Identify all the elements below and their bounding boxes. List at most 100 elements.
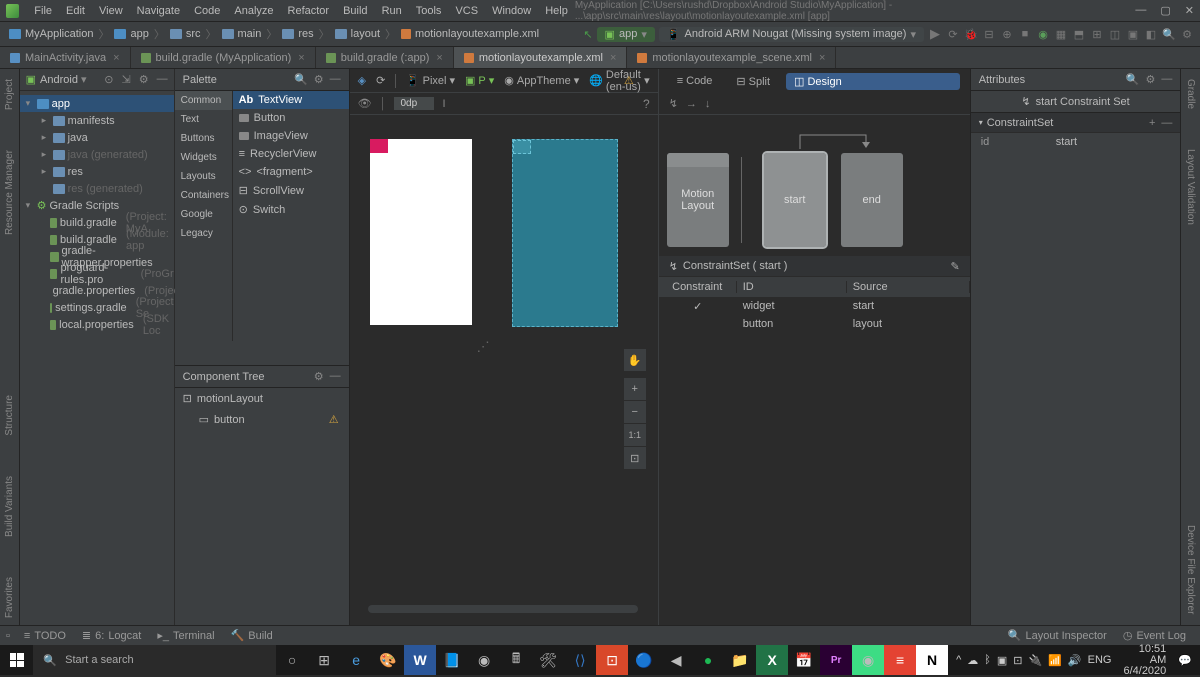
palette-cat-text[interactable]: Text xyxy=(175,110,232,129)
rail-build-variants[interactable]: Build Variants xyxy=(4,476,15,537)
minimize-icon[interactable]: — xyxy=(1161,117,1172,129)
menu-navigate[interactable]: Navigate xyxy=(130,5,187,17)
create-swipe-icon[interactable]: ↓ xyxy=(705,98,711,110)
cortana-icon[interactable]: ○ xyxy=(276,645,308,675)
motion-state-start[interactable]: start xyxy=(764,153,826,247)
blueprint-preview-button[interactable] xyxy=(513,140,531,154)
margin-input[interactable] xyxy=(394,97,434,110)
statusbar-event-log[interactable]: ◷ Event Log xyxy=(1115,629,1194,642)
tray-wifi-icon[interactable]: 📶 xyxy=(1048,654,1062,667)
taskbar-app-calculator[interactable]: 🖩 xyxy=(500,645,532,675)
minimize-button[interactable]: — xyxy=(1135,4,1146,17)
tab-mainactivity[interactable]: MainActivity.java× xyxy=(0,47,131,68)
stop-button[interactable]: ■ xyxy=(1018,27,1032,41)
tray-notifications-icon[interactable]: 💬 xyxy=(1178,654,1192,667)
project-view-select[interactable]: Android xyxy=(40,74,78,86)
menu-run[interactable]: Run xyxy=(375,5,409,17)
rail-favorites[interactable]: Favorites xyxy=(4,577,15,618)
search-everywhere-icon[interactable]: 🔍 xyxy=(1162,27,1176,41)
palette-item-recyclerview[interactable]: ≡RecyclerView xyxy=(233,145,349,163)
tray-expand-icon[interactable]: ^ xyxy=(956,654,961,666)
tree-node-app[interactable]: ▾app xyxy=(20,95,174,112)
taskbar-app-edge[interactable]: e xyxy=(340,645,372,675)
horizontal-scrollbar[interactable] xyxy=(368,605,638,613)
tab-motionlayoutexample[interactable]: motionlayoutexample.xml× xyxy=(454,47,628,68)
create-click-icon[interactable]: → xyxy=(686,98,697,110)
tree-node-manifests[interactable]: ▸manifests xyxy=(20,112,174,129)
attributes-section-constraintset[interactable]: ▾ConstraintSet +— xyxy=(971,113,1181,133)
taskbar-app-androidstudio[interactable]: ◉ xyxy=(852,645,884,675)
crumb-module[interactable]: app xyxy=(111,28,151,40)
palette-cat-layouts[interactable]: Layouts xyxy=(175,167,232,186)
taskbar-app-3dviewer[interactable]: 📘 xyxy=(436,645,468,675)
rail-gradle[interactable]: Gradle xyxy=(1185,79,1196,109)
blueprint-preview[interactable] xyxy=(512,139,618,327)
attach-debugger-button[interactable]: ⊕ xyxy=(1000,27,1014,41)
tab-buildgradle-app[interactable]: build.gradle (:app)× xyxy=(316,47,454,68)
hide-icon[interactable]: — xyxy=(1161,73,1172,86)
sdk-button[interactable]: ⬒ xyxy=(1072,27,1086,41)
palette-item-scrollview[interactable]: ⊟ScrollView xyxy=(233,181,349,200)
avd-button[interactable]: ▦ xyxy=(1054,27,1068,41)
device-select[interactable]: 📱 Pixel ▾ xyxy=(406,74,455,87)
sync-button[interactable]: ◉ xyxy=(1036,27,1050,41)
statusbar-terminal[interactable]: ▸_ Terminal xyxy=(149,629,222,642)
table-row[interactable]: button layout xyxy=(659,315,970,333)
statusbar-build[interactable]: 🔨 Build xyxy=(223,629,281,642)
design-preview-button[interactable] xyxy=(370,139,388,153)
tray-power-icon[interactable]: 🔌 xyxy=(1029,654,1043,667)
tree-node-proguard[interactable]: proguard-rules.pro (ProGr xyxy=(20,265,174,282)
tree-node-java-gen[interactable]: ▸java (generated) xyxy=(20,146,174,163)
run-button[interactable]: ▶ xyxy=(928,27,942,41)
attribute-row-id[interactable]: id start xyxy=(971,133,1181,151)
tab-buildgradle-project[interactable]: build.gradle (MyApplication)× xyxy=(131,47,316,68)
taskbar-app-premiere[interactable]: Pr xyxy=(820,645,852,675)
tab-motionlayoutexample-scene[interactable]: motionlayoutexample_scene.xml× xyxy=(627,47,836,68)
api-select[interactable]: ▣ P ▾ xyxy=(465,74,494,87)
menu-build[interactable]: Build xyxy=(336,5,374,17)
motion-state-end[interactable]: end xyxy=(841,153,903,247)
locale-select[interactable]: 🌐 Default (en-us) ▾ xyxy=(589,69,649,93)
theme-select[interactable]: ◉ AppTheme ▾ xyxy=(504,74,579,87)
viewmode-design[interactable]: ◫Design xyxy=(786,73,960,90)
column-constraint[interactable]: Constraint xyxy=(659,281,737,293)
menu-code[interactable]: Code xyxy=(187,5,227,17)
taskbar-app-calendar[interactable]: 📅 xyxy=(788,645,820,675)
palette-item-imageview[interactable]: ImageView xyxy=(233,127,349,145)
hide-icon[interactable]: — xyxy=(330,370,341,383)
crumb-project[interactable]: MyApplication xyxy=(6,28,96,40)
profiler-button[interactable]: ⊟ xyxy=(982,27,996,41)
crumb-file[interactable]: motionlayoutexample.xml xyxy=(398,28,542,40)
palette-item-fragment[interactable]: <><fragment> xyxy=(233,163,349,181)
settings-icon[interactable]: ⚙ xyxy=(1180,27,1194,41)
menu-help[interactable]: Help xyxy=(538,5,575,17)
add-icon[interactable]: + xyxy=(1149,117,1155,129)
help-icon[interactable]: ? xyxy=(643,97,650,111)
menu-refactor[interactable]: Refactor xyxy=(281,5,337,17)
device-select[interactable]: 📱Android ARM Nougat (Missing system imag… xyxy=(659,27,924,42)
create-transition-icon[interactable]: ↯ xyxy=(669,97,678,110)
warning-icon[interactable]: ⚠ xyxy=(329,413,339,426)
motion-state-motionlayout[interactable]: Motion Layout xyxy=(667,153,729,247)
palette-item-textview[interactable]: AbTextView xyxy=(233,91,349,109)
run-config-select[interactable]: ▣app▾ xyxy=(597,27,655,42)
taskbar-app-notion[interactable]: N xyxy=(916,645,948,675)
rail-layout-validation[interactable]: Layout Validation xyxy=(1185,149,1196,225)
taskbar-app-excel[interactable]: X xyxy=(756,645,788,675)
zoom-in-button[interactable]: + xyxy=(624,378,646,400)
transition-arrow[interactable] xyxy=(796,131,874,153)
close-button[interactable]: ✕ xyxy=(1185,4,1194,17)
statusbar-logcat[interactable]: ≣ 6: Logcat xyxy=(74,629,149,642)
search-icon[interactable]: 🔍 xyxy=(294,73,308,86)
design-surface-select[interactable]: ◈ xyxy=(358,74,366,87)
tray-bluetooth-icon[interactable]: ᛒ xyxy=(984,654,991,666)
zoom-reset-button[interactable]: ⊡ xyxy=(624,447,646,469)
taskbar-app-todoist[interactable]: ≡ xyxy=(884,645,916,675)
gear-icon[interactable]: ⚙ xyxy=(314,73,324,86)
nav-back-icon[interactable]: ↖ xyxy=(583,28,592,41)
viewmode-split[interactable]: ⊟Split xyxy=(728,73,778,90)
gear-icon[interactable]: ⚙ xyxy=(1146,73,1156,86)
tab-close-icon[interactable]: × xyxy=(436,52,442,64)
apply-changes-button[interactable]: ⟳ xyxy=(946,27,960,41)
tab-close-icon[interactable]: × xyxy=(819,52,825,64)
